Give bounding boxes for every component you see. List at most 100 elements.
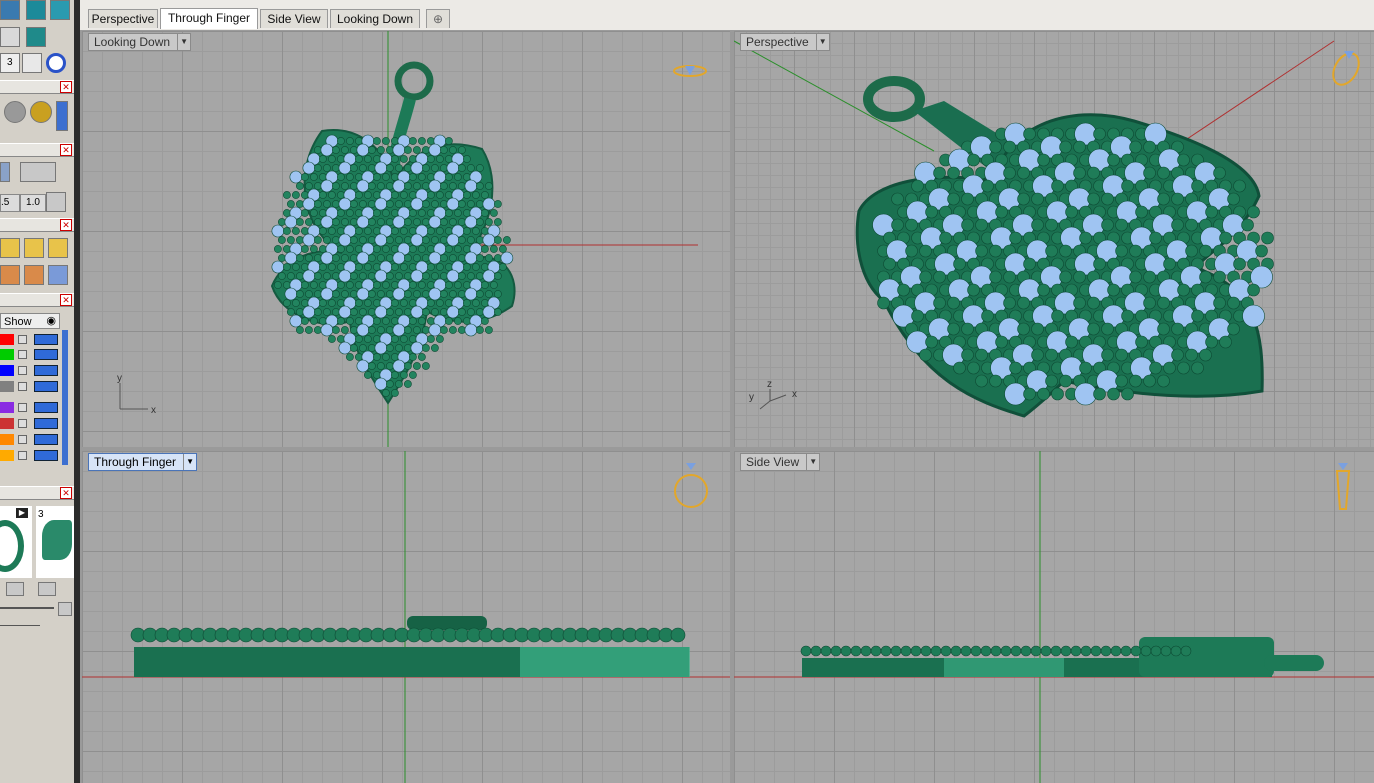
number-tool-icon[interactable]: 3: [0, 53, 20, 73]
gold-sphere-icon[interactable]: [30, 101, 52, 123]
play-icon[interactable]: ▶: [16, 508, 28, 518]
thumbnail-ring[interactable]: ▶: [0, 506, 32, 578]
gem-stone: [284, 215, 298, 229]
add-tab-button[interactable]: ⊕: [426, 9, 450, 28]
layer-row[interactable]: [0, 401, 62, 414]
layer-visibility-toggle[interactable]: [34, 450, 58, 461]
close-icon[interactable]: ✕: [60, 487, 72, 499]
layer-visibility-toggle[interactable]: [34, 334, 58, 345]
viewport-perspective[interactable]: y z x Perspective ▼: [734, 31, 1374, 447]
viewport-label-looking-down[interactable]: Looking Down ▼: [88, 33, 192, 51]
thumbnail-slider[interactable]: [0, 607, 54, 609]
paste-icon[interactable]: [24, 238, 44, 258]
bead: [939, 231, 952, 245]
gem-tool-icon[interactable]: [26, 0, 46, 20]
layer-row[interactable]: [0, 333, 62, 346]
layer-color-swatch[interactable]: [0, 349, 14, 360]
sphere-icon[interactable]: [26, 27, 46, 47]
viewport-through-finger[interactable]: Through Finger ▼: [82, 451, 730, 783]
figure-icon[interactable]: [24, 265, 44, 285]
transform-icon[interactable]: [0, 265, 20, 285]
close-icon[interactable]: ✕: [60, 219, 72, 231]
bead: [363, 299, 372, 307]
lock-icon[interactable]: [18, 435, 27, 444]
view-mode-icon[interactable]: [0, 162, 10, 182]
grid-sphere-icon[interactable]: [4, 101, 26, 123]
layer-visibility-toggle[interactable]: [34, 418, 58, 429]
layer-row[interactable]: [0, 348, 62, 361]
layer-scrollbar[interactable]: [62, 330, 68, 465]
lock-icon[interactable]: [18, 382, 27, 391]
image-icon[interactable]: [0, 0, 20, 20]
delete-object-icon[interactable]: [48, 238, 68, 258]
move-up-icon[interactable]: [38, 582, 56, 596]
scissors-icon[interactable]: [22, 53, 42, 73]
dropdown-icon[interactable]: ▼: [806, 454, 819, 470]
bead: [1135, 205, 1148, 219]
layer-color-swatch[interactable]: [0, 381, 14, 392]
camera-icon[interactable]: [20, 162, 56, 182]
lock-icon[interactable]: [18, 335, 27, 344]
layer-visibility-toggle[interactable]: [34, 434, 58, 445]
layer-row[interactable]: [0, 449, 62, 462]
layer-color-swatch[interactable]: [0, 450, 14, 461]
bead: [304, 218, 313, 226]
snap-value-b[interactable]: 1.0: [20, 194, 46, 212]
snap-value-a[interactable]: .5: [0, 194, 20, 212]
bead: [975, 218, 988, 232]
close-icon[interactable]: ✕: [60, 144, 72, 156]
bead: [989, 270, 1002, 284]
viewport-looking-down[interactable]: y x Looking Down ▼: [82, 31, 730, 447]
layer-visibility-toggle[interactable]: [34, 349, 58, 360]
layer-color-swatch[interactable]: [0, 434, 14, 445]
layer-row[interactable]: [0, 433, 62, 446]
remove-icon[interactable]: [6, 582, 24, 596]
bead: [448, 218, 457, 226]
close-icon[interactable]: ✕: [60, 81, 72, 93]
lock-icon[interactable]: [18, 350, 27, 359]
dropdown-icon[interactable]: ▼: [183, 454, 196, 470]
layer-visibility-toggle[interactable]: [34, 402, 58, 413]
layer-color-swatch[interactable]: [0, 402, 14, 413]
bead: [291, 299, 300, 307]
lock-icon[interactable]: [18, 451, 27, 460]
layer-color-swatch[interactable]: [0, 365, 14, 376]
ring-tool-icon[interactable]: [46, 53, 66, 73]
bead: [1060, 645, 1072, 657]
bead: [1020, 645, 1032, 657]
viewport-side-view[interactable]: Side View ▼: [734, 451, 1374, 783]
lock-icon[interactable]: [18, 366, 27, 375]
thumbnail-pendant[interactable]: 3: [36, 506, 74, 578]
lock-icon[interactable]: [18, 403, 27, 412]
layer-row[interactable]: [0, 417, 62, 430]
bead: [322, 236, 331, 244]
viewport-label-through-finger[interactable]: Through Finger ▼: [88, 453, 198, 471]
panel-divider[interactable]: [74, 0, 80, 783]
tab-looking-down[interactable]: Looking Down: [330, 9, 420, 28]
layers-show-button[interactable]: Show ◉: [0, 313, 60, 329]
layer-color-swatch[interactable]: [0, 334, 14, 345]
tab-perspective[interactable]: Perspective: [88, 9, 158, 28]
tab-side-view[interactable]: Side View: [260, 9, 328, 28]
layer-visibility-toggle[interactable]: [34, 381, 58, 392]
bead: [1219, 231, 1232, 245]
layer-visibility-toggle[interactable]: [34, 365, 58, 376]
tab-through-finger[interactable]: Through Finger: [160, 8, 258, 29]
lock-icon[interactable]: [18, 419, 27, 428]
dropdown-icon[interactable]: ▼: [177, 34, 190, 50]
copy-icon[interactable]: [0, 238, 20, 258]
plus-icon[interactable]: [58, 602, 72, 616]
cutters-icon[interactable]: [50, 0, 70, 20]
grid-icon[interactable]: [46, 192, 66, 212]
viewport-label-side-view[interactable]: Side View ▼: [740, 453, 821, 471]
close-icon[interactable]: ✕: [60, 294, 72, 306]
material-slider[interactable]: [56, 101, 68, 131]
bead: [1059, 270, 1072, 284]
viewport-label-perspective[interactable]: Perspective ▼: [740, 33, 830, 51]
select-icon[interactable]: [0, 27, 20, 47]
layer-row[interactable]: [0, 380, 62, 393]
layer-color-swatch[interactable]: [0, 418, 14, 429]
layer-row[interactable]: [0, 364, 62, 377]
dropdown-icon[interactable]: ▼: [815, 34, 829, 50]
shield-icon[interactable]: [48, 265, 68, 285]
